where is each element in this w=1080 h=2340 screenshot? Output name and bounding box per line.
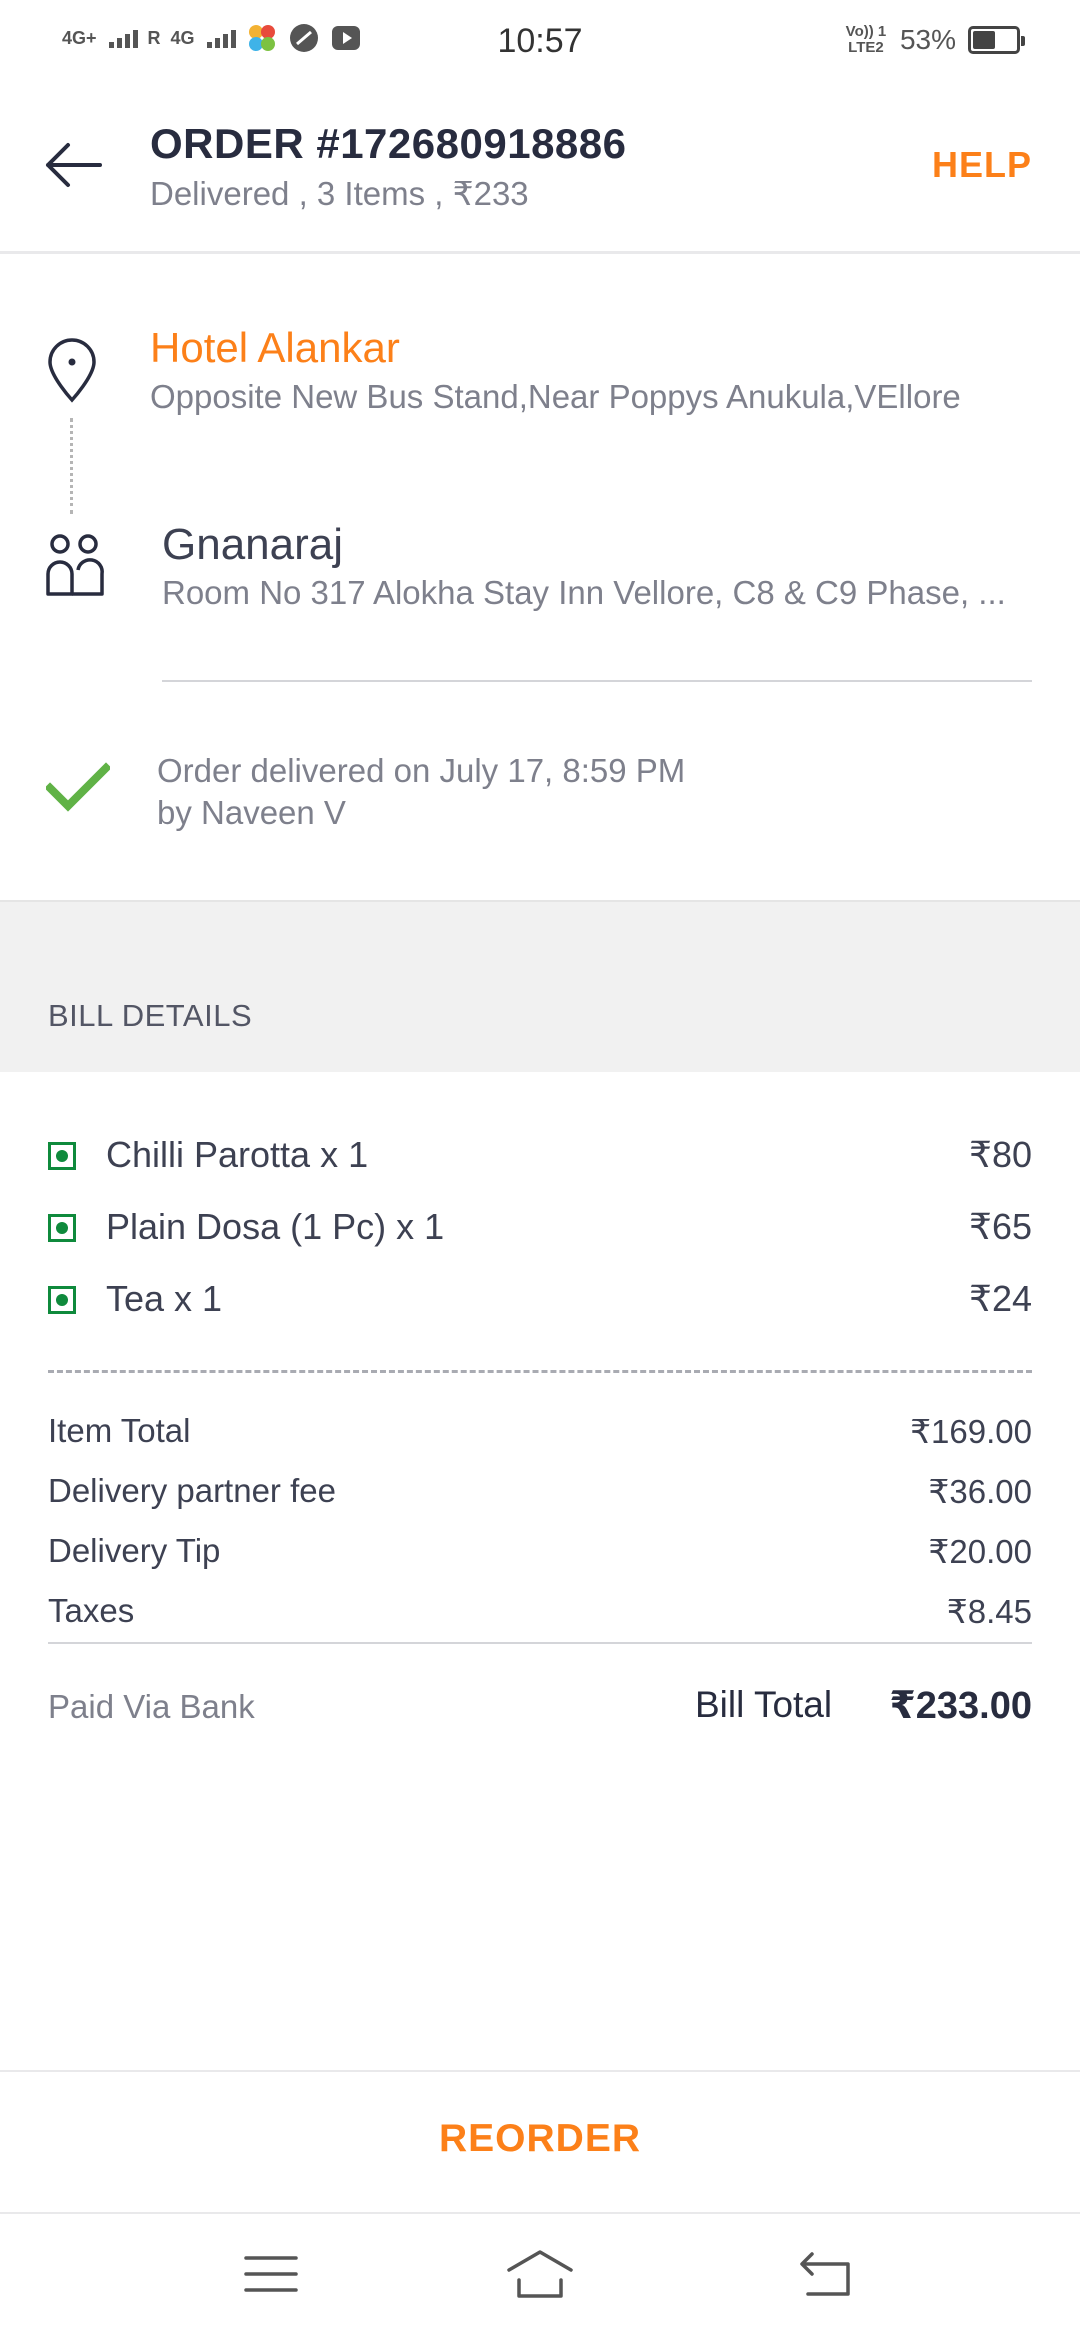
restaurant-name: Hotel Alankar xyxy=(150,324,400,371)
bill-details-title: BILL DETAILS xyxy=(48,998,253,1033)
charge-row: Taxes ₹8.45 xyxy=(48,1592,1032,1636)
route-dotted-line xyxy=(70,418,73,514)
charge-label: Delivery partner fee xyxy=(48,1472,336,1509)
charge-row: Delivery Tip ₹20.00 xyxy=(48,1532,1032,1576)
battery-percent: 53% xyxy=(899,24,956,55)
order-summary: Delivered , 3 Items , ₹233 xyxy=(150,175,529,212)
volte-indicator: Vo)) 1 LTE2 xyxy=(845,23,887,56)
system-nav-bar xyxy=(0,2214,1080,2340)
order-title: ORDER #172680918886 xyxy=(150,120,627,167)
delivery-status-text: Order delivered on July 17, 8:59 PM xyxy=(157,752,686,789)
restaurant-address: Opposite New Bus Stand,Near Poppys Anuku… xyxy=(150,378,961,415)
item-name: Plain Dosa (1 Pc) x 1 xyxy=(106,1206,445,1247)
bill-total-label: Bill Total xyxy=(695,1684,833,1725)
charge-label: Delivery Tip xyxy=(48,1532,221,1569)
order-header: ORDER #172680918886 Delivered , 3 Items … xyxy=(0,84,1080,254)
divider xyxy=(48,1642,1032,1644)
item-price: ₹80 xyxy=(969,1134,1032,1175)
charge-row: Delivery partner fee ₹36.00 xyxy=(48,1472,1032,1516)
status-right: Vo)) 1 LTE2 53% xyxy=(844,23,1025,56)
charge-label: Taxes xyxy=(48,1592,135,1629)
bill-item: Tea x 1 ₹24 xyxy=(48,1270,1032,1330)
help-button[interactable]: HELP xyxy=(932,144,1032,186)
battery-icon xyxy=(968,26,1025,54)
menu-icon[interactable] xyxy=(236,2244,306,2304)
item-name: Chilli Parotta x 1 xyxy=(106,1134,369,1175)
bill-item: Plain Dosa (1 Pc) x 1 ₹65 xyxy=(48,1198,1032,1258)
item-price: ₹65 xyxy=(969,1206,1032,1247)
customer-address: Room No 317 Alokha Stay Inn Vellore, C8 … xyxy=(162,574,1006,611)
status-bar: 4G+ R 4G 10:57 Vo)) 1 LTE2 53% xyxy=(0,0,1080,84)
charge-value: ₹36.00 xyxy=(928,1473,1032,1510)
payment-method: Paid Via Bank xyxy=(48,1688,255,1725)
location-pin-icon xyxy=(48,338,96,403)
home-icon[interactable] xyxy=(505,2244,575,2304)
charge-value: ₹20.00 xyxy=(928,1533,1032,1570)
reorder-button[interactable]: REORDER xyxy=(0,2117,1080,2161)
divider xyxy=(162,680,1032,682)
bill-total-value: ₹233.00 xyxy=(889,1685,1032,1727)
checkmark-icon xyxy=(46,762,110,812)
charge-row: Item Total ₹169.00 xyxy=(48,1412,1032,1456)
item-name: Tea x 1 xyxy=(106,1278,223,1319)
bill-item: Chilli Parotta x 1 ₹80 xyxy=(48,1126,1032,1186)
reorder-bar: REORDER xyxy=(0,2070,1080,2214)
charge-label: Item Total xyxy=(48,1412,191,1449)
charge-value: ₹169.00 xyxy=(910,1413,1032,1450)
dashed-divider xyxy=(48,1370,1032,1373)
back-icon[interactable] xyxy=(790,2244,860,2304)
bill-details-header: BILL DETAILS xyxy=(0,900,1080,1072)
veg-icon xyxy=(48,1142,76,1170)
charge-value: ₹8.45 xyxy=(946,1593,1032,1630)
back-arrow-icon[interactable] xyxy=(40,132,106,198)
delivery-partner-text: by Naveen V xyxy=(157,794,346,831)
customer-name: Gnanaraj xyxy=(162,520,344,569)
veg-icon xyxy=(48,1286,76,1314)
item-price: ₹24 xyxy=(969,1278,1032,1319)
user-icon xyxy=(46,534,104,596)
veg-icon xyxy=(48,1214,76,1242)
